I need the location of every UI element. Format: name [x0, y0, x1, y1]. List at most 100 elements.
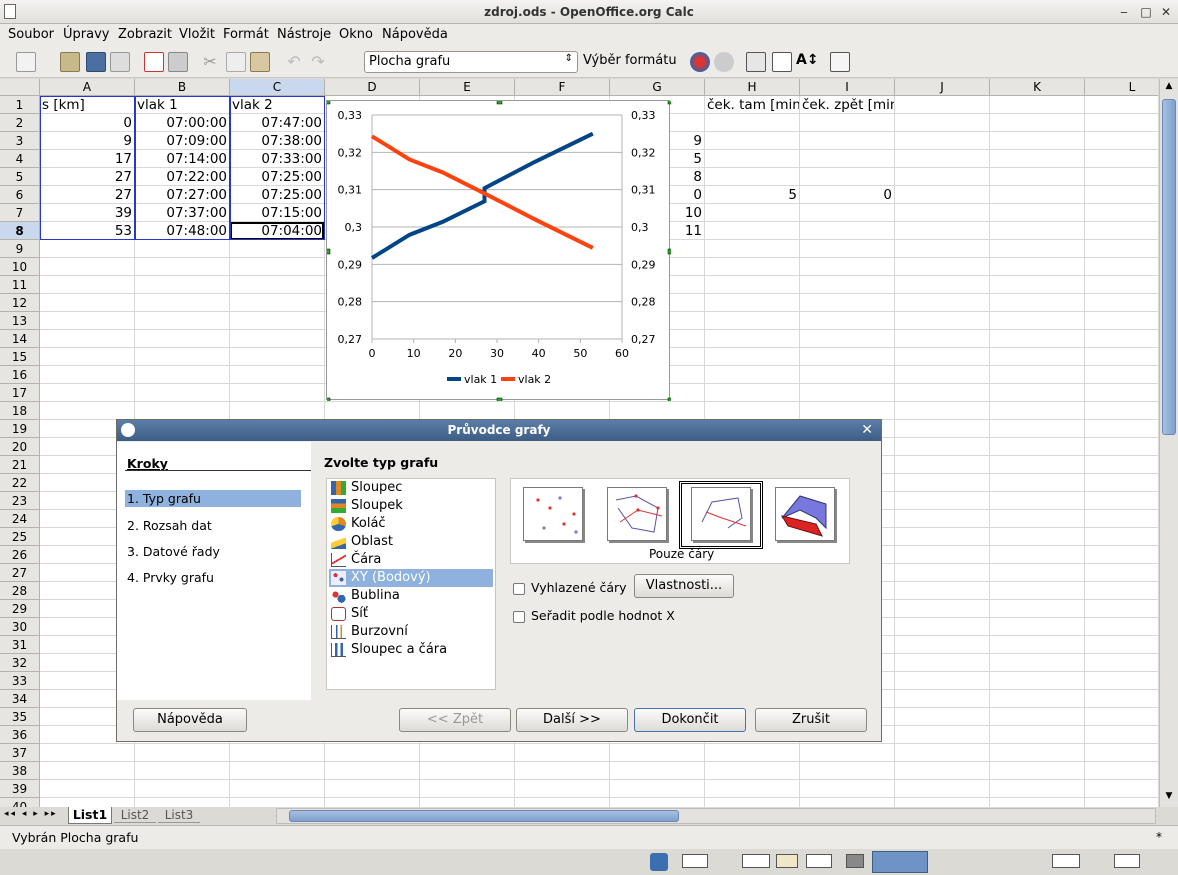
row-header-14[interactable]: 14 — [0, 330, 40, 348]
row-header-13[interactable]: 13 — [0, 312, 40, 330]
window-thumb-icon[interactable] — [1052, 854, 1080, 868]
window-thumb-icon[interactable] — [776, 854, 798, 868]
scroll-up-icon[interactable]: ▲ — [1162, 81, 1176, 95]
row-header-34[interactable]: 34 — [0, 690, 40, 708]
column-header-j[interactable]: J — [895, 79, 990, 96]
open-folder-icon[interactable] — [60, 52, 80, 72]
menu-soubor[interactable]: Soubor — [8, 27, 54, 42]
save-icon[interactable] — [86, 52, 106, 72]
tab-list2[interactable]: List2 — [114, 808, 156, 823]
row-header-16[interactable]: 16 — [0, 366, 40, 384]
horizontal-scrollbar[interactable] — [276, 808, 1156, 824]
tab-list3[interactable]: List3 — [158, 808, 200, 823]
tab-list1[interactable]: List1 — [68, 807, 112, 824]
menu-format[interactable]: Formát — [223, 27, 269, 42]
cell-i6[interactable]: 0 — [800, 186, 894, 204]
row-header-9[interactable]: 9 — [0, 240, 40, 258]
row-header-15[interactable]: 15 — [0, 348, 40, 366]
row-header-20[interactable]: 20 — [0, 438, 40, 456]
row-header-6[interactable]: 6 — [0, 186, 40, 204]
back-button[interactable]: << Zpět — [399, 708, 511, 732]
list-item-cara[interactable]: Čára — [329, 551, 493, 569]
hscroll-thumb[interactable] — [289, 810, 679, 822]
step-3[interactable]: 3. Datové řady — [127, 544, 220, 559]
column-header-b[interactable]: B — [135, 79, 230, 96]
chart-area[interactable]: 0,33 0,33 0,32 0,32 0,31 0,31 0,3 0,3 0,29 0,29 0,… — [324, 98, 674, 404]
row-header-4[interactable]: 4 — [0, 150, 40, 168]
window-thumb-icon[interactable] — [682, 854, 708, 868]
row-header-32[interactable]: 32 — [0, 654, 40, 672]
row-header-26[interactable]: 26 — [0, 546, 40, 564]
app-taskbar-icon[interactable] — [650, 853, 668, 871]
row-header-28[interactable]: 28 — [0, 582, 40, 600]
menu-napoveda[interactable]: Nápověda — [382, 27, 448, 42]
print-icon[interactable] — [168, 52, 188, 72]
row-header-8[interactable]: 8 — [0, 222, 40, 240]
window-thumb-icon[interactable] — [846, 854, 864, 868]
properties-button[interactable]: Vlastnosti... — [634, 574, 734, 598]
list-item-xy-selected[interactable]: XY (Bodový) — [329, 569, 493, 587]
next-button[interactable]: Další >> — [516, 708, 628, 732]
row-header-37[interactable]: 37 — [0, 744, 40, 762]
window-thumb-icon[interactable] — [1114, 854, 1140, 868]
cell-h1[interactable]: ček. tam [min] — [705, 96, 799, 114]
menu-vlozit[interactable]: Vložit — [179, 27, 215, 42]
row-header-40[interactable]: 40 — [0, 798, 40, 807]
email-icon[interactable] — [110, 52, 130, 72]
maximize-icon[interactable]: □ — [1138, 4, 1154, 20]
dialog-close-icon[interactable]: ✕ — [861, 420, 873, 441]
cancel-button[interactable]: Zrušit — [755, 708, 867, 732]
window-thumb-icon[interactable] — [742, 854, 770, 868]
active-window-thumb-icon[interactable] — [872, 851, 928, 873]
step-4[interactable]: 4. Prvky grafu — [127, 570, 214, 585]
column-header-l[interactable]: L — [1085, 79, 1158, 96]
menu-okno[interactable]: Okno — [339, 27, 373, 42]
row-header-17[interactable]: 17 — [0, 384, 40, 402]
format-selection-button[interactable]: Výběr formátu — [583, 53, 677, 68]
column-header-a[interactable]: A — [40, 79, 135, 96]
row-header-35[interactable]: 35 — [0, 708, 40, 726]
new-document-icon[interactable] — [16, 52, 36, 72]
menu-zobrazit[interactable]: Zobrazit — [118, 27, 172, 42]
row-header-7[interactable]: 7 — [0, 204, 40, 222]
row-header-39[interactable]: 39 — [0, 780, 40, 798]
row-header-3[interactable]: 3 — [0, 132, 40, 150]
row-header-18[interactable]: 18 — [0, 402, 40, 420]
smooth-lines-checkbox[interactable] — [513, 583, 525, 595]
list-item-sit[interactable]: Síť — [329, 605, 493, 623]
list-item-sloupek[interactable]: Sloupek — [329, 497, 493, 515]
row-header-12[interactable]: 12 — [0, 294, 40, 312]
row-header-38[interactable]: 38 — [0, 762, 40, 780]
row-header-11[interactable]: 11 — [0, 276, 40, 294]
paste-icon[interactable] — [250, 52, 270, 72]
select-all-corner[interactable] — [0, 79, 40, 96]
list-item-bublina[interactable]: Bublina — [329, 587, 493, 605]
pdf-icon[interactable] — [144, 52, 164, 72]
row-header-19[interactable]: 19 — [0, 420, 40, 438]
variant-3d-lines[interactable] — [775, 487, 835, 541]
cell-h6[interactable]: 5 — [705, 186, 799, 204]
column-header-i[interactable]: I — [800, 79, 895, 96]
row-header-2[interactable]: 2 — [0, 114, 40, 132]
legend-icon[interactable] — [772, 52, 792, 72]
scroll-down-icon[interactable]: ▼ — [1162, 791, 1176, 805]
window-thumb-icon[interactable] — [806, 854, 832, 868]
scale-text-icon[interactable]: A↕ — [796, 52, 819, 72]
variant-points-and-lines[interactable] — [607, 487, 667, 541]
row-header-10[interactable]: 10 — [0, 258, 40, 276]
column-header-k[interactable]: K — [990, 79, 1085, 96]
close-icon[interactable]: ✕ — [1158, 4, 1174, 20]
help-button[interactable]: Nápověda — [133, 708, 247, 732]
cell-i1[interactable]: ček. zpět [min] — [800, 96, 894, 114]
row-header-22[interactable]: 22 — [0, 474, 40, 492]
row-header-31[interactable]: 31 — [0, 636, 40, 654]
step-2[interactable]: 2. Rozsah dat — [127, 518, 212, 533]
scroll-thumb[interactable] — [1162, 99, 1176, 435]
horizontal-grid-icon[interactable] — [746, 52, 766, 72]
column-header-d[interactable]: D — [325, 79, 420, 96]
row-header-21[interactable]: 21 — [0, 456, 40, 474]
row-header-27[interactable]: 27 — [0, 564, 40, 582]
menu-upravy[interactable]: Úpravy — [63, 27, 109, 42]
list-item-kolac[interactable]: Koláč — [329, 515, 493, 533]
list-item-sloupec-a-cara[interactable]: Sloupec a čára — [329, 641, 493, 659]
